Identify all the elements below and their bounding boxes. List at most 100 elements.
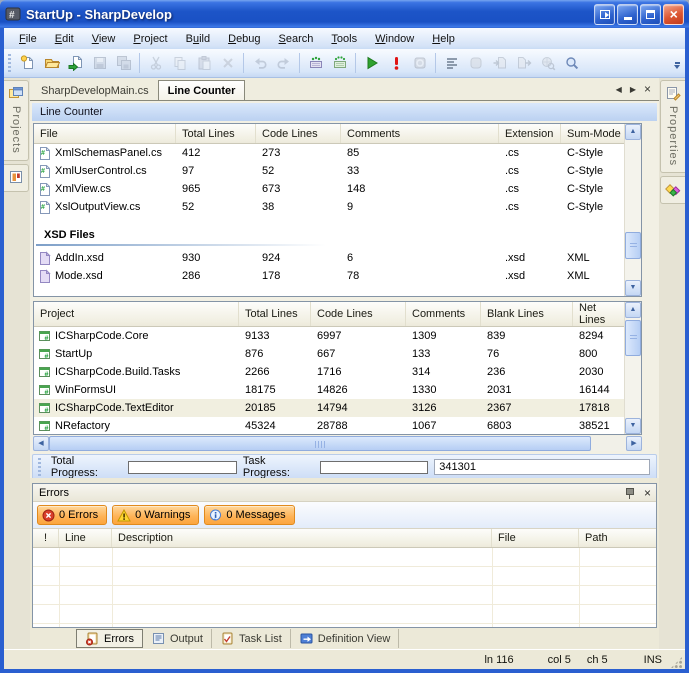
scroll-thumb[interactable] <box>625 232 641 259</box>
next-bookmark-button[interactable] <box>512 51 535 75</box>
errors-close-icon[interactable]: × <box>644 487 651 499</box>
column-header-total-lines[interactable]: Total Lines <box>176 124 256 143</box>
pad-tab-errors[interactable]: Errors <box>76 629 143 648</box>
column-header-path[interactable]: Path <box>579 529 656 547</box>
column-header-total-lines[interactable]: Total Lines <box>239 302 311 326</box>
table-row[interactable]: #XmlView.cs965673148.csC-Style <box>34 180 624 198</box>
menu-build[interactable]: Build <box>177 30 219 48</box>
menu-search[interactable]: Search <box>270 30 323 48</box>
abort-build-button[interactable] <box>384 51 407 75</box>
paste-button[interactable] <box>192 51 215 75</box>
messages-filter-button[interactable]: 0 Messages <box>204 505 294 525</box>
column-header-file[interactable]: File <box>492 529 579 547</box>
minimize-button[interactable] <box>617 4 638 25</box>
scroll-up-icon[interactable]: ▲ <box>625 124 641 140</box>
pad-tab-output[interactable]: Output <box>143 629 212 648</box>
column-header-comments[interactable]: Comments <box>341 124 499 143</box>
tab-scroll-left-icon[interactable]: ◀ <box>616 85 622 94</box>
delete-button[interactable] <box>216 51 239 75</box>
bookmark-list-button[interactable] <box>440 51 463 75</box>
stop-button[interactable] <box>408 51 431 75</box>
toolbar-grip[interactable] <box>8 54 11 72</box>
build-button[interactable] <box>304 51 327 75</box>
column-header-comments[interactable]: Comments <box>406 302 481 326</box>
table-row[interactable]: #WinFormsUI18175148261330203116144 <box>34 381 624 399</box>
scroll-down-icon[interactable]: ▼ <box>625 280 641 296</box>
close-button[interactable]: × <box>663 4 684 25</box>
new-file-button[interactable] <box>16 51 39 75</box>
progress-toolbar-grip[interactable] <box>38 458 41 476</box>
maximize-button[interactable] <box>640 4 661 25</box>
warnings-filter-button[interactable]: 0 Warnings <box>112 505 199 525</box>
column-header-net-lines[interactable]: Net Lines <box>573 302 624 326</box>
pad-tab-definition-view[interactable]: Definition View <box>291 629 400 648</box>
scroll-up-icon[interactable]: ▲ <box>625 302 641 318</box>
side-tab-properties[interactable]: Properties <box>660 80 685 173</box>
column-header-code-lines[interactable]: Code Lines <box>256 124 341 143</box>
table-row[interactable]: #ICSharpCode.Core9133699713098398294 <box>34 327 624 345</box>
file-table-scrollbar[interactable]: ▲ ▼ <box>624 124 641 296</box>
run-button[interactable] <box>360 51 383 75</box>
column-header-project[interactable]: Project <box>34 302 239 326</box>
side-tab-projects[interactable]: Projects <box>4 80 29 161</box>
menu-help[interactable]: Help <box>423 30 464 48</box>
errors-filter-button[interactable]: 0 Errors <box>37 505 107 525</box>
side-tab-classes[interactable] <box>4 164 29 192</box>
project-table-scrollbar[interactable]: ▲ ▼ <box>624 302 641 434</box>
scroll-thumb[interactable] <box>49 436 591 451</box>
document-tab-sharpdevelopmain-cs[interactable]: SharpDevelopMain.cs <box>32 81 158 100</box>
deploy-window-button[interactable] <box>594 4 615 25</box>
rebuild-button[interactable] <box>328 51 351 75</box>
project-table-body[interactable]: #ICSharpCode.Core9133699713098398294#Sta… <box>34 327 624 434</box>
scroll-thumb[interactable] <box>625 320 641 356</box>
column-header-[interactable]: ! <box>33 529 59 547</box>
redo-button[interactable] <box>272 51 295 75</box>
pin-icon[interactable] <box>624 487 635 499</box>
menu-edit[interactable]: Edit <box>46 30 83 48</box>
table-row[interactable]: #XmlSchemasPanel.cs41227385.csC-Style <box>34 144 624 162</box>
table-row[interactable]: #ICSharpCode.Build.Tasks2266171631423620… <box>34 363 624 381</box>
table-row[interactable]: Mode.xsd28617878.xsdXML <box>34 267 624 285</box>
column-header-file[interactable]: File <box>34 124 176 143</box>
menu-window[interactable]: Window <box>366 30 423 48</box>
column-header-code-lines[interactable]: Code Lines <box>311 302 406 326</box>
pad-tab-task-list[interactable]: Task List <box>212 629 291 648</box>
scroll-left-icon[interactable]: ◀ <box>33 436 49 451</box>
document-tab-line-counter[interactable]: Line Counter <box>158 80 246 100</box>
scroll-right-icon[interactable]: ▶ <box>626 436 642 451</box>
scroll-down-icon[interactable]: ▼ <box>625 418 641 434</box>
open-file-button[interactable] <box>40 51 63 75</box>
errors-list[interactable] <box>33 548 656 627</box>
table-row[interactable]: #XslOutputView.cs52389.csC-Style <box>34 198 624 216</box>
toggle-bookmark-button[interactable] <box>464 51 487 75</box>
resize-grip[interactable] <box>670 656 683 669</box>
save-button[interactable] <box>88 51 111 75</box>
copy-button[interactable] <box>168 51 191 75</box>
table-row[interactable]: #StartUp87666713376800 <box>34 345 624 363</box>
column-header-sum-mode[interactable]: Sum-Mode <box>561 124 624 143</box>
new-from-template-button[interactable] <box>64 51 87 75</box>
prev-bookmark-button[interactable] <box>488 51 511 75</box>
horizontal-scrollbar[interactable]: ◀ ▶ <box>33 436 642 451</box>
menu-file[interactable]: File <box>10 30 46 48</box>
title-bar[interactable]: # StartUp - SharpDevelop × <box>0 0 689 28</box>
save-all-button[interactable] <box>112 51 135 75</box>
table-row[interactable]: AddIn.xsd9309246.xsdXML <box>34 249 624 267</box>
search-button[interactable] <box>560 51 583 75</box>
file-table-body[interactable]: #XmlSchemasPanel.cs41227385.csC-Style #Xm… <box>34 144 624 285</box>
column-header-description[interactable]: Description <box>112 529 492 547</box>
column-header-extension[interactable]: Extension <box>499 124 561 143</box>
undo-button[interactable] <box>248 51 271 75</box>
column-header-line[interactable]: Line <box>59 529 112 547</box>
table-row[interactable]: #NRefactory45324287881067680338521 <box>34 417 624 434</box>
tab-scroll-right-icon[interactable]: ▶ <box>630 85 636 94</box>
menu-project[interactable]: Project <box>124 30 176 48</box>
tab-close-icon[interactable]: × <box>644 82 651 96</box>
cut-button[interactable] <box>144 51 167 75</box>
side-tab-tools[interactable] <box>660 176 685 204</box>
column-header-blank-lines[interactable]: Blank Lines <box>481 302 573 326</box>
table-row[interactable]: #ICSharpCode.TextEditor20185147943126236… <box>34 399 624 417</box>
clear-bookmarks-button[interactable] <box>536 51 559 75</box>
menu-debug[interactable]: Debug <box>219 30 269 48</box>
menu-tools[interactable]: Tools <box>322 30 366 48</box>
